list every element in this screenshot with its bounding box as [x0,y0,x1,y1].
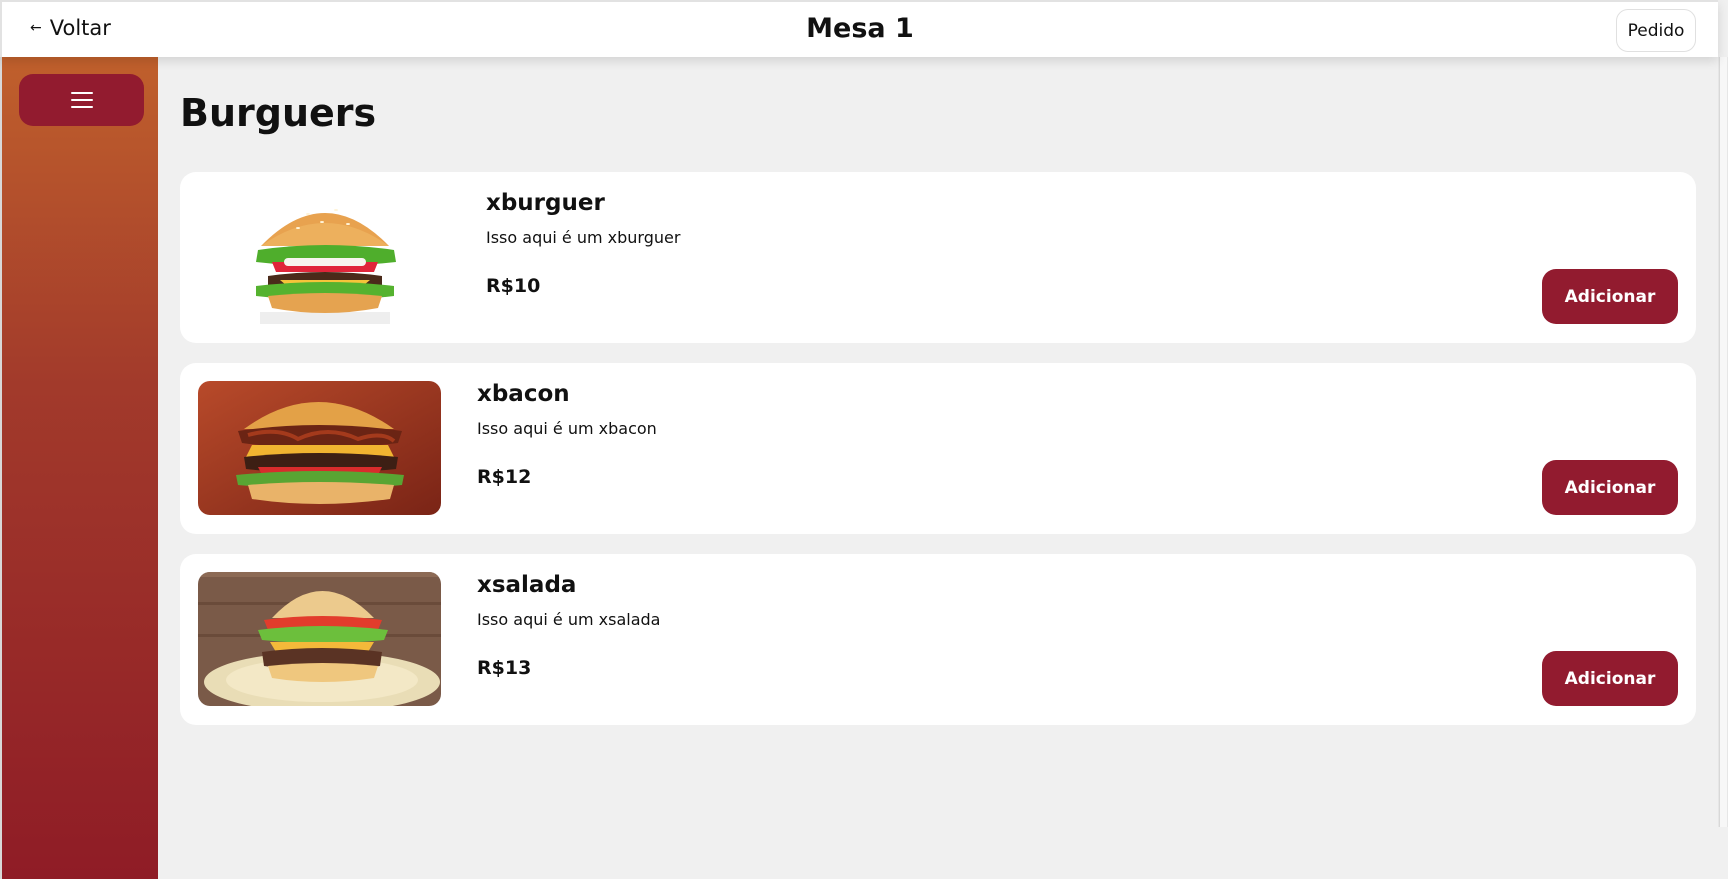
product-description: Isso aqui é um xsalada [477,610,661,629]
section-title: Burguers [180,91,377,135]
product-price: R$13 [477,657,532,679]
back-label: Voltar [49,16,111,40]
product-info: xburguer Isso aqui é um xburguer R$10 [486,190,680,297]
product-image [198,381,441,515]
add-to-order-button[interactable]: Adicionar [1542,460,1678,515]
page-title: Mesa 1 [806,13,914,44]
salad-burger-image [198,572,441,706]
scrollbar-thumb[interactable] [1719,57,1727,827]
add-to-order-button[interactable]: Adicionar [1542,269,1678,324]
product-price: R$12 [477,466,532,488]
product-info: xsalada Isso aqui é um xsalada R$13 [477,572,660,679]
product-name: xsalada [477,572,577,598]
bacon-burger-image [198,381,441,515]
hamburger-menu-icon [70,92,93,108]
product-image [198,190,441,324]
product-card: xburguer Isso aqui é um xburguer R$10 Ad… [180,172,1696,343]
product-card: xsalada Isso aqui é um xsalada R$13 Adic… [180,554,1696,725]
product-card: xbacon Isso aqui é um xbacon R$12 Adicio… [180,363,1696,534]
arrow-left-icon: ← [30,20,42,36]
product-info: xbacon Isso aqui é um xbacon R$12 [477,381,657,488]
menu-button[interactable] [19,74,144,126]
product-price: R$10 [486,275,541,297]
back-link[interactable]: ← Voltar [30,16,111,40]
product-description: Isso aqui é um xbacon [477,419,657,438]
order-button[interactable]: Pedido [1616,9,1696,52]
add-to-order-button[interactable]: Adicionar [1542,651,1678,706]
product-description: Isso aqui é um xburguer [486,228,681,247]
product-name: xburguer [486,190,605,216]
top-bar: ← Voltar Mesa 1 Pedido [0,0,1718,57]
main-content: Burguers xburguer Isso aqui é um xburgue… [180,57,1696,879]
product-name: xbacon [477,381,570,407]
scrollbar[interactable] [1718,57,1728,827]
sidebar [0,57,158,879]
product-image [198,572,441,706]
burger-image [198,190,441,324]
